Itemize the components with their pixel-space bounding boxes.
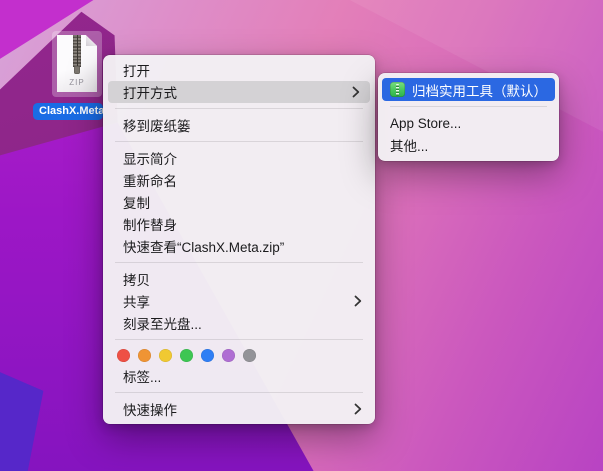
menu-item-duplicate[interactable]: 复制 — [103, 191, 375, 213]
menu-separator — [390, 106, 547, 107]
menu-separator — [115, 141, 363, 142]
tag-dot-gray[interactable] — [243, 349, 256, 362]
chevron-right-icon — [352, 86, 360, 98]
menu-separator — [115, 108, 363, 109]
menu-item-rename[interactable]: 重新命名 — [103, 169, 375, 191]
menu-item-open[interactable]: 打开 — [103, 59, 375, 81]
chevron-right-icon — [354, 403, 362, 415]
desktop: ZIP ClashX.Meta.zip 打开 打开方式 移到废纸篓 显示简介 重… — [0, 0, 603, 471]
tag-dot-green[interactable] — [180, 349, 193, 362]
tag-dot-purple[interactable] — [222, 349, 235, 362]
file-label[interactable]: ClashX.Meta.zip — [33, 103, 103, 120]
menu-separator — [115, 339, 363, 340]
menu-item-quick-look[interactable]: 快速查看“ClashX.Meta.zip” — [103, 235, 375, 257]
tag-dot-orange[interactable] — [138, 349, 151, 362]
tag-dot-yellow[interactable] — [159, 349, 172, 362]
menu-item-move-to-trash[interactable]: 移到废纸篓 — [103, 114, 375, 136]
submenu-item-archive-utility[interactable]: 归档实用工具（默认） — [382, 78, 555, 101]
zipper-pull-icon — [74, 66, 80, 74]
menu-item-quick-actions[interactable]: 快速操作 — [103, 398, 375, 420]
menu-item-tags[interactable]: 标签... — [103, 365, 375, 387]
menu-separator — [115, 392, 363, 393]
archive-utility-icon — [390, 82, 405, 97]
tag-dot-red[interactable] — [117, 349, 130, 362]
zip-file-icon[interactable]: ZIP — [57, 35, 97, 92]
chevron-right-icon — [354, 295, 362, 307]
menu-separator — [115, 262, 363, 263]
tag-dot-blue[interactable] — [201, 349, 214, 362]
file-name-text: ClashX.Meta.zip — [33, 105, 103, 117]
menu-item-share[interactable]: 共享 — [103, 290, 375, 312]
zipper-icon — [73, 35, 81, 67]
zip-type-badge: ZIP — [57, 78, 97, 87]
menu-item-make-alias[interactable]: 制作替身 — [103, 213, 375, 235]
tag-color-row — [103, 345, 375, 365]
open-with-submenu: 归档实用工具（默认） App Store... 其他... — [378, 73, 559, 161]
submenu-item-app-store[interactable]: App Store... — [378, 112, 559, 134]
menu-item-copy[interactable]: 拷贝 — [103, 268, 375, 290]
menu-item-open-with[interactable]: 打开方式 — [108, 81, 370, 103]
menu-item-burn-to-disc[interactable]: 刻录至光盘... — [103, 312, 375, 334]
context-menu: 打开 打开方式 移到废纸篓 显示简介 重新命名 复制 制作替身 快速查看“Cla… — [103, 55, 375, 424]
submenu-item-other[interactable]: 其他... — [378, 134, 559, 156]
menu-item-get-info[interactable]: 显示简介 — [103, 147, 375, 169]
